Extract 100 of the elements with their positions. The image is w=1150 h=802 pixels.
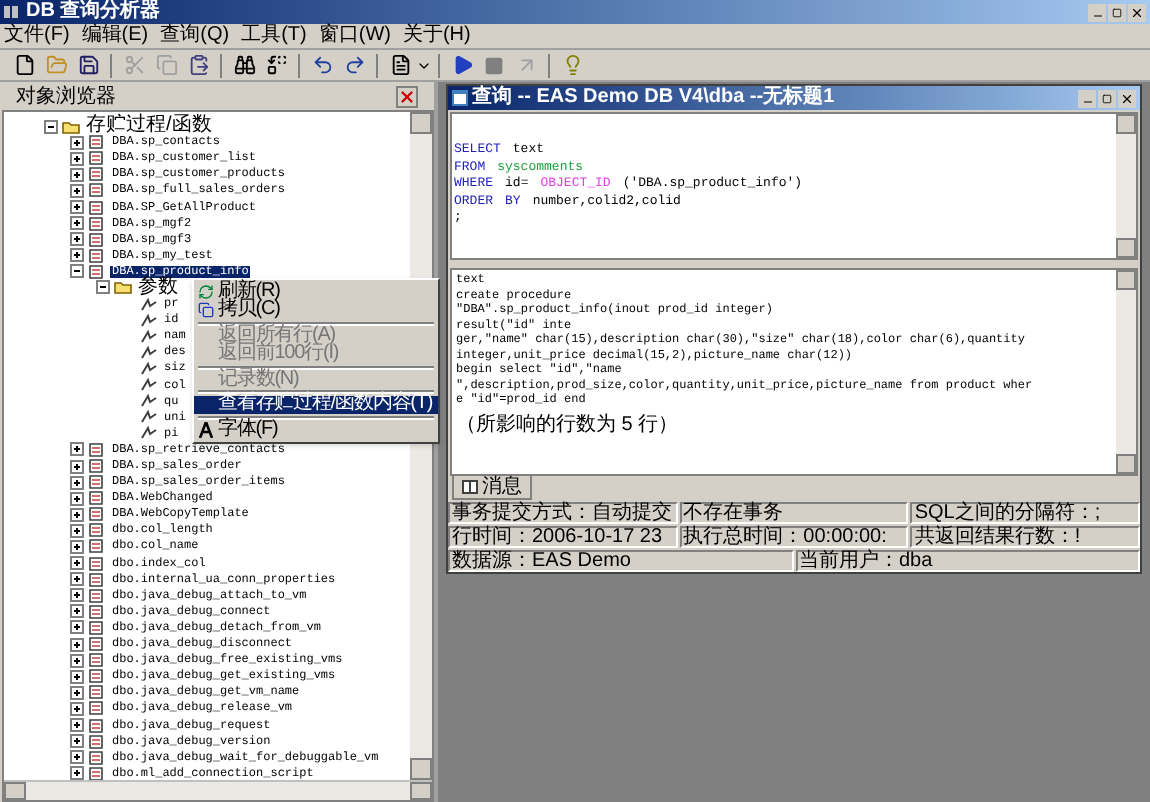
expand-icon[interactable] [70, 167, 84, 182]
scroll-icon [88, 571, 106, 588]
scroll-icon [88, 474, 106, 491]
expand-icon[interactable] [70, 216, 84, 231]
scroll-icon [88, 215, 106, 232]
scroll-icon [88, 231, 106, 248]
maximize-icon [1102, 93, 1112, 103]
horizontal-scrollbar[interactable] [4, 780, 432, 800]
close-icon [1130, 5, 1144, 19]
expand-icon[interactable] [70, 459, 84, 474]
status-field: 共返回结果行数：! [910, 526, 1141, 548]
menu-item[interactable]: 工具(T) [241, 26, 307, 46]
expand-icon[interactable] [70, 523, 84, 538]
menu-item[interactable]: 刷新(R) [194, 282, 439, 301]
expand-icon[interactable] [70, 232, 84, 247]
close-icon [1120, 91, 1134, 105]
refresh-icon [198, 283, 214, 300]
close-button[interactable] [1128, 3, 1146, 21]
close-icon [398, 88, 416, 106]
scroll-icon [88, 652, 106, 669]
menu-item[interactable]: 关于(H) [402, 26, 471, 46]
panel-title: 对象浏览器 [16, 87, 116, 107]
maximize-button[interactable] [1098, 89, 1116, 107]
expand-icon[interactable] [70, 620, 84, 635]
scroll-icon [88, 684, 106, 701]
scroll-icon [88, 166, 106, 183]
expand-icon[interactable] [70, 507, 84, 522]
scroll-icon [88, 134, 106, 151]
status-field: 当前用户：dba [795, 550, 1140, 572]
scroll-icon [88, 182, 106, 199]
status-field: 执行总时间：00:00:00: [679, 526, 909, 548]
collapse-icon[interactable] [70, 264, 84, 279]
expand-icon[interactable] [70, 588, 84, 603]
menu-item[interactable]: 窗口(W) [318, 26, 391, 46]
scroll-icon [88, 247, 106, 264]
scroll-icon [88, 555, 106, 572]
window-icon [452, 90, 468, 106]
expand-icon[interactable] [70, 183, 84, 198]
menu-item[interactable]: 编辑(E) [81, 26, 149, 46]
tree-item[interactable]: 参数 [136, 277, 180, 298]
minimize-icon [1081, 95, 1093, 107]
scroll-icon [88, 619, 106, 636]
menu-item[interactable]: 拷贝(C) [194, 301, 439, 320]
tree-item[interactable]: 存贮过程/函数 [84, 116, 214, 137]
expand-icon[interactable] [70, 248, 84, 263]
minimize-button[interactable] [1088, 3, 1106, 21]
font-icon [198, 421, 214, 438]
scroll-icon [88, 506, 106, 523]
scroll-icon [88, 150, 106, 167]
scroll-icon [88, 522, 106, 539]
expand-icon[interactable] [70, 604, 84, 619]
expand-icon[interactable] [70, 718, 84, 733]
restore-button[interactable] [1108, 3, 1126, 21]
scroll-icon [88, 717, 106, 734]
expand-icon[interactable] [70, 491, 84, 506]
collapse-icon[interactable] [96, 280, 110, 295]
expand-icon[interactable] [70, 572, 84, 587]
status-field: 事务提交方式：自动提交 [448, 502, 678, 524]
menu-item[interactable]: 文件(F) [4, 26, 70, 46]
vertical-scrollbar[interactable] [1116, 114, 1136, 258]
tab[interactable]: 消息 [452, 476, 532, 500]
folder-icon [62, 119, 80, 134]
expand-icon[interactable] [70, 539, 84, 554]
expand-icon[interactable] [70, 685, 84, 700]
window-title: 查询 -- EAS Demo DB V4\dba --无标题1 [472, 88, 835, 108]
menu-item[interactable]: 查询(Q) [160, 26, 230, 46]
expand-icon[interactable] [70, 669, 84, 684]
expand-icon[interactable] [70, 556, 84, 571]
expand-icon[interactable] [70, 442, 84, 457]
expand-icon[interactable] [70, 701, 84, 716]
menu-item[interactable]: 字体(F) [194, 420, 439, 439]
vertical-scrollbar[interactable] [1116, 270, 1136, 474]
scroll-icon [88, 490, 106, 507]
scroll-icon [88, 668, 106, 685]
expand-icon[interactable] [70, 734, 84, 749]
copy-icon [198, 302, 214, 319]
status-field: 数据源：EAS Demo [448, 550, 793, 572]
expand-icon[interactable] [70, 637, 84, 652]
expand-icon[interactable] [70, 200, 84, 215]
close-button[interactable] [1118, 89, 1136, 107]
scroll-icon [88, 538, 106, 555]
status-field: 行时间：2006-10-17 23 [448, 526, 678, 548]
expand-icon[interactable] [70, 475, 84, 490]
collapse-icon[interactable] [44, 119, 58, 134]
scroll-icon [88, 458, 106, 475]
scroll-icon [88, 636, 106, 653]
scroll-icon [88, 587, 106, 604]
scroll-icon [88, 603, 106, 620]
expand-icon[interactable] [70, 653, 84, 668]
expand-icon[interactable] [70, 750, 84, 765]
scroll-icon [88, 733, 106, 750]
expand-icon[interactable] [70, 135, 84, 150]
expand-icon[interactable] [70, 151, 84, 166]
expand-icon[interactable] [70, 766, 84, 780]
scroll-icon [88, 441, 106, 458]
minimize-button[interactable] [1078, 89, 1096, 107]
restore-icon [1112, 7, 1122, 17]
scroll-icon [88, 749, 106, 766]
scroll-icon [88, 199, 106, 216]
minimize-icon [1091, 9, 1103, 21]
